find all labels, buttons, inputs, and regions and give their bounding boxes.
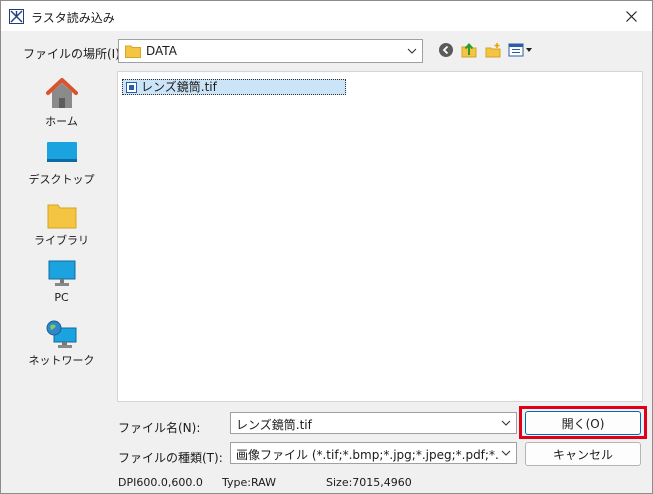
new-folder-icon (485, 43, 501, 58)
back-button[interactable] (436, 40, 456, 60)
place-label-desktop: デスクトップ (28, 173, 95, 186)
view-menu-icon (508, 43, 532, 57)
status-dpi: DPI600.0,600.0 (118, 476, 203, 489)
open-button[interactable]: 開く(O) (525, 411, 641, 435)
status-type: Type:RAW (222, 476, 276, 489)
window-title: ラスタ読み込み (31, 11, 115, 25)
list-item[interactable]: レンズ鏡筒.tif (122, 79, 346, 95)
filetype-value: 画像ファイル (*.tif;*.bmp;*.jpg;*.jpeg;*.pdf;*… (236, 448, 498, 462)
place-pc[interactable]: PC (13, 259, 110, 317)
view-menu-button[interactable] (507, 40, 535, 60)
chevron-down-icon (501, 450, 511, 456)
chevron-down-icon (501, 420, 511, 426)
new-folder-button[interactable] (483, 40, 503, 60)
location-value: DATA (146, 44, 177, 58)
close-button[interactable] (610, 1, 652, 31)
up-folder-button[interactable] (459, 40, 479, 60)
file-name: レンズ鏡筒.tif (141, 80, 217, 94)
network-icon (46, 320, 76, 348)
place-label-pc: PC (54, 291, 69, 304)
home-icon (45, 78, 78, 108)
library-icon (47, 204, 76, 229)
app-icon (9, 9, 24, 24)
place-desktop[interactable]: デスクトップ (13, 139, 110, 197)
file-list[interactable]: レンズ鏡筒.tif (117, 71, 643, 402)
image-file-icon (126, 82, 137, 93)
chevron-down-icon (407, 48, 417, 54)
place-home[interactable]: ホーム (13, 77, 110, 135)
desktop-icon (46, 142, 77, 162)
close-icon (625, 10, 637, 22)
cancel-button[interactable]: キャンセル (525, 442, 641, 466)
back-icon (439, 43, 453, 57)
place-label-network: ネットワーク (28, 354, 95, 367)
place-network[interactable]: ネットワーク (13, 320, 110, 378)
place-label-library: ライブラリ (34, 234, 89, 247)
title-bar: ラスタ読み込み (1, 1, 652, 31)
filename-value: レンズ鏡筒.tif (236, 418, 312, 432)
filename-label: ファイル名(N): (118, 421, 201, 435)
location-label: ファイルの場所(I): (23, 47, 124, 61)
up-folder-icon (461, 42, 477, 58)
filetype-label: ファイルの種類(T): (118, 451, 223, 465)
status-size: Size:7015,4960 (326, 476, 412, 489)
pc-icon (48, 260, 75, 286)
filetype-dropdown[interactable]: 画像ファイル (*.tif;*.bmp;*.jpg;*.jpeg;*.pdf;*… (230, 442, 517, 464)
folder-icon (125, 45, 141, 58)
place-label-home: ホーム (45, 115, 78, 128)
filename-input[interactable]: レンズ鏡筒.tif (230, 412, 517, 434)
raster-import-dialog: ラスタ読み込み ファイルの場所(I): DATA ホーム デスクトップ ライブラ… (0, 0, 653, 494)
places-bar: ホーム デスクトップ ライブラリ PC ネットワーク (13, 71, 110, 401)
place-library[interactable]: ライブラリ (13, 200, 110, 258)
location-dropdown[interactable]: DATA (118, 39, 423, 63)
